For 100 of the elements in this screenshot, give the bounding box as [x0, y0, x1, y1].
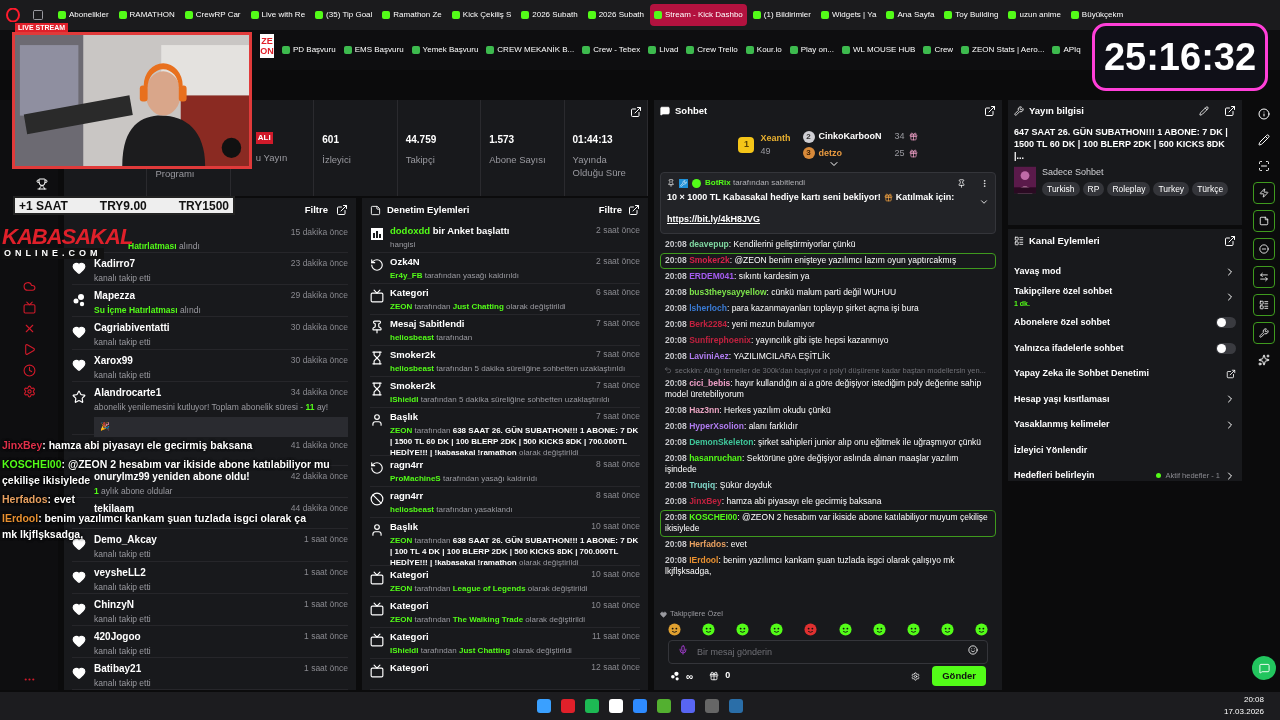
- pop-out-icon[interactable]: [630, 106, 642, 118]
- mic-icon[interactable]: [678, 645, 688, 655]
- bookmark[interactable]: Play on...: [789, 44, 835, 56]
- bookmark[interactable]: APIq: [1052, 44, 1081, 56]
- collapse-icon[interactable]: [979, 197, 989, 207]
- message-input[interactable]: Bir mesaj gönderin: [668, 640, 988, 664]
- list-icon[interactable]: [1259, 300, 1269, 310]
- tv-icon[interactable]: [22, 301, 36, 314]
- pop-out-icon[interactable]: [984, 105, 996, 117]
- arrows-icon[interactable]: [1259, 272, 1269, 282]
- gift-icon: [908, 148, 918, 158]
- bookmark[interactable]: Crew - Tebex: [582, 44, 641, 56]
- emote-icon[interactable]: [736, 622, 750, 636]
- browser-tab[interactable]: (35) Tip Goal: [311, 4, 377, 26]
- pinned-link[interactable]: https://bit.ly/4kH8JVG: [667, 213, 761, 224]
- workspace-icon[interactable]: [32, 9, 44, 21]
- browser-tab[interactable]: Büyükçekm: [1066, 4, 1128, 26]
- browser-tab[interactable]: Live with Re: [246, 4, 310, 26]
- pop-out-icon[interactable]: [336, 204, 348, 216]
- edit-icon[interactable]: [1258, 134, 1270, 146]
- heart-icon: [72, 569, 86, 584]
- browser-tab[interactable]: (1) Bildirimler: [748, 4, 815, 26]
- toggle-switch[interactable]: [1216, 342, 1236, 354]
- emote-icon[interactable]: [940, 622, 954, 636]
- toggle-switch[interactable]: [1216, 317, 1236, 329]
- bookmark[interactable]: Kour.io: [745, 44, 782, 56]
- browser-tab[interactable]: Abonelikler: [54, 4, 113, 26]
- browser-tab[interactable]: 2026 Subath: [517, 4, 582, 26]
- send-button[interactable]: Gönder: [932, 666, 986, 686]
- clock-icon[interactable]: [22, 364, 36, 377]
- emote-icon[interactable]: [838, 622, 852, 636]
- filter-button[interactable]: Filtre: [304, 202, 328, 218]
- help-button[interactable]: [1252, 656, 1276, 680]
- tag[interactable]: RP: [1082, 181, 1105, 197]
- stat-label: u Yayın: [255, 151, 289, 164]
- emote-icon[interactable]: [906, 622, 920, 636]
- info-icon[interactable]: [1258, 108, 1270, 120]
- wrench-icon[interactable]: [1259, 328, 1269, 338]
- emoji-icon[interactable]: [968, 645, 978, 655]
- browser-tab[interactable]: Stream - Kick Dashbo: [650, 4, 747, 26]
- filter-button[interactable]: Filtre: [598, 202, 622, 218]
- cloud-icon[interactable]: [22, 280, 36, 293]
- emote-icon[interactable]: [702, 622, 716, 636]
- channel-action[interactable]: Takipçilere özel sohbet: [1014, 285, 1113, 299]
- channel-action[interactable]: Hesap yaşı kısıtlaması: [1014, 392, 1110, 406]
- tag[interactable]: Türkçe: [1192, 181, 1229, 197]
- pop-out-icon[interactable]: [1224, 105, 1236, 117]
- bookmark[interactable]: Crew Trello: [686, 44, 738, 56]
- pop-out-icon[interactable]: [628, 204, 640, 216]
- edit-icon[interactable]: [1199, 106, 1209, 116]
- note-icon[interactable]: [1259, 216, 1269, 226]
- scan-icon[interactable]: [1258, 160, 1270, 172]
- tag[interactable]: Turkey: [1153, 181, 1190, 197]
- browser-tab[interactable]: Ana Sayfa: [882, 4, 939, 26]
- channel-action[interactable]: Abonelere özel sohbet: [1014, 316, 1111, 330]
- emote-icon[interactable]: [770, 622, 784, 636]
- emote-icon[interactable]: [975, 622, 988, 636]
- channel-action[interactable]: Yavaş mod: [1014, 265, 1062, 279]
- activity-time: 1 saat önce: [304, 566, 348, 579]
- bookmark[interactable]: WL MOUSE HUB: [842, 44, 916, 56]
- tag[interactable]: Roleplay: [1107, 181, 1151, 197]
- settings-icon[interactable]: [22, 385, 36, 398]
- pop-out-icon[interactable]: [1224, 235, 1236, 247]
- channel-action[interactable]: Yasaklanmış kelimeler: [1014, 418, 1110, 432]
- channel-action[interactable]: Hedefleri belirleyin: [1014, 469, 1095, 483]
- browser-tab[interactable]: RAMATHON: [114, 4, 179, 26]
- play-icon[interactable]: [22, 343, 36, 356]
- emote-icon[interactable]: [668, 622, 681, 636]
- unpin-icon[interactable]: [957, 178, 966, 188]
- browser-logo-icon[interactable]: [6, 8, 20, 22]
- bookmark[interactable]: CREW MEKANİK B...: [486, 44, 575, 56]
- emote-icon[interactable]: [872, 622, 886, 636]
- bookmark[interactable]: Yemek Başvuru: [411, 44, 479, 56]
- bookmark[interactable]: EMS Başvuru: [343, 44, 404, 56]
- undo-icon: [370, 258, 384, 272]
- browser-tab[interactable]: 2026 Subath: [583, 4, 648, 26]
- bookmark[interactable]: Livad: [648, 44, 679, 56]
- tag[interactable]: Turkish: [1042, 181, 1080, 197]
- user-icon: [370, 523, 384, 537]
- bookmark[interactable]: ZEON Stats | Aero...: [961, 44, 1045, 56]
- sparkles-icon[interactable]: [1258, 354, 1270, 366]
- lightning-icon[interactable]: [1259, 188, 1269, 198]
- browser-tab[interactable]: CrewRP Car: [180, 4, 245, 26]
- browser-tab[interactable]: Kick Çekiliş S: [447, 4, 516, 26]
- stat-value: 601: [322, 133, 340, 147]
- minus-circle-icon[interactable]: [1259, 244, 1269, 254]
- rank-badge: 1: [738, 137, 755, 153]
- browser-tab[interactable]: Ramathon Ze: [378, 4, 446, 26]
- bookmark[interactable]: PD Başvuru: [282, 44, 336, 56]
- moderation-text: ZEON tarafından Just Chatting olarak değiştirildi: [390, 301, 567, 313]
- browser-tab[interactable]: Widgets | Ya: [816, 4, 881, 26]
- browser-tab[interactable]: uzun anime: [1004, 4, 1065, 26]
- browser-tab[interactable]: Toy Building: [940, 4, 1003, 26]
- bookmark[interactable]: Crew: [923, 44, 954, 56]
- channel-action[interactable]: Yalnızca ifadelerle sohbet: [1014, 341, 1124, 355]
- activity-time: 42 dakika önce: [290, 471, 348, 484]
- more-icon[interactable]: [980, 178, 989, 188]
- channel-action[interactable]: İzleyici Yönlendir: [1014, 443, 1088, 457]
- channel-action[interactable]: Yapay Zeka ile Sohbet Denetimi: [1014, 367, 1150, 381]
- poll-icon: [370, 227, 384, 241]
